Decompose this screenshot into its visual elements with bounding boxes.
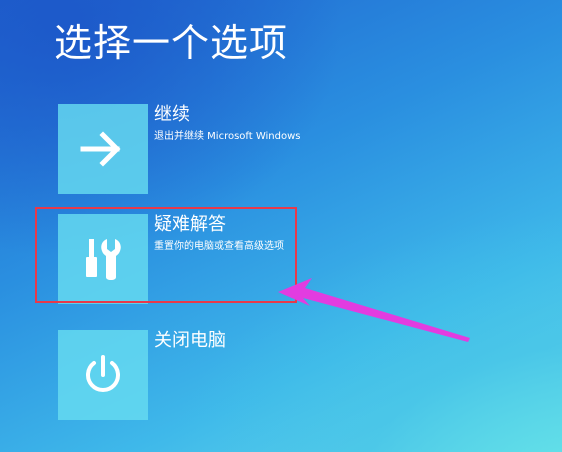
shutdown-title: 关闭电脑 [154,330,226,351]
arrow-right-icon [80,131,121,167]
troubleshoot-tile[interactable] [58,214,148,304]
power-icon [86,355,120,392]
troubleshoot-title: 疑难解答 [154,214,226,235]
continue-option[interactable]: 继续 退出并继续 Microsoft Windows [58,104,358,196]
shutdown-option[interactable]: 关闭电脑 [58,330,358,422]
tools-icon [86,239,121,280]
troubleshoot-description: 重置你的电脑或查看高级选项 [154,241,284,252]
shutdown-tile[interactable] [58,330,148,420]
continue-tile[interactable] [58,104,148,194]
continue-description: 退出并继续 Microsoft Windows [154,131,301,142]
page-title: 选择一个选项 [54,21,289,65]
troubleshoot-option[interactable]: 疑难解答 重置你的电脑或查看高级选项 [58,214,358,306]
continue-title: 继续 [154,104,190,125]
